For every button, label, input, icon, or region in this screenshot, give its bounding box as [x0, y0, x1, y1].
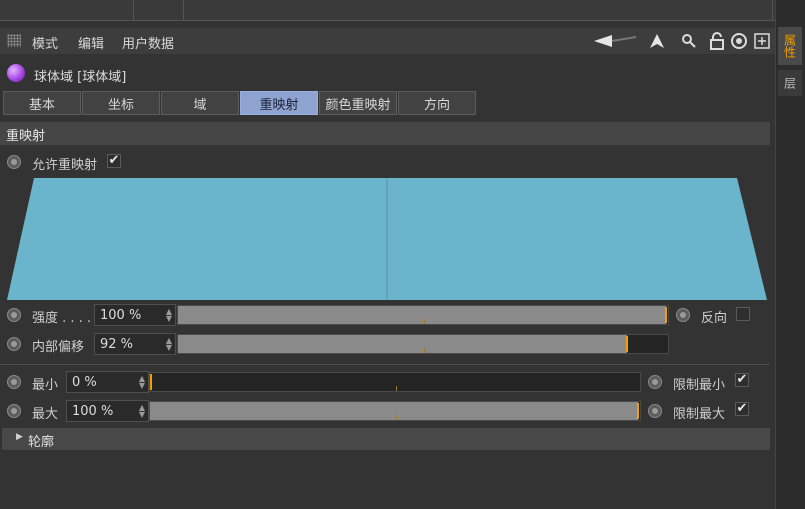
inner-offset-input[interactable]: 92 % ▲ ▼: [94, 333, 176, 355]
max-input[interactable]: 100 % ▲ ▼: [66, 400, 149, 422]
clamp-min-label: 限制最小: [673, 378, 726, 393]
strength-slider[interactable]: [177, 305, 669, 325]
enable-remap-anim-radio[interactable]: [7, 155, 21, 169]
inner-offset-slider-handle[interactable]: [626, 336, 628, 352]
max-anim-radio[interactable]: [7, 404, 21, 418]
max-slider-tick: [396, 415, 397, 420]
profile-label: 轮廓: [28, 435, 55, 450]
max-slider-fill: [150, 402, 638, 420]
sphere-field-icon: [7, 64, 25, 82]
clamp-min-checkbox[interactable]: ✔: [735, 373, 749, 387]
invert-label: 反向: [701, 311, 728, 326]
divider: [0, 364, 770, 365]
remap-curve-graph[interactable]: [0, 175, 775, 303]
inner-offset-slider-fill: [178, 335, 627, 353]
strength-slider-handle[interactable]: [665, 307, 667, 323]
inner-offset-anim-radio[interactable]: [7, 337, 21, 351]
section-title: 重映射: [6, 129, 46, 144]
inner-offset-value: 92 %: [100, 336, 134, 352]
tab-color-remap[interactable]: 颜色重映射: [319, 91, 397, 115]
inner-offset-label: 内部偏移: [32, 340, 85, 355]
clamp-max-checkbox[interactable]: ✔: [735, 402, 749, 416]
clamp-min-anim-radio[interactable]: [648, 375, 662, 389]
expand-triangle-icon[interactable]: ▶: [16, 432, 23, 442]
min-slider-handle[interactable]: [150, 374, 152, 390]
min-value: 0 %: [72, 374, 97, 390]
object-title: 球体域 [球体域]: [34, 70, 127, 85]
max-slider[interactable]: [149, 401, 641, 421]
back-arrow-icon[interactable]: [594, 31, 638, 51]
max-value: 100 %: [72, 403, 114, 419]
new-panel-icon[interactable]: [753, 31, 771, 51]
invert-anim-radio[interactable]: [676, 308, 690, 322]
spinner-icon[interactable]: ▲ ▼: [166, 337, 172, 352]
strength-input[interactable]: 100 % ▲ ▼: [94, 304, 176, 326]
menu-edit[interactable]: 编辑: [78, 33, 104, 52]
inner-offset-slider-tick: [424, 348, 425, 353]
tab-field[interactable]: 域: [161, 91, 239, 115]
tab-attributes-vertical[interactable]: 属性: [778, 27, 802, 65]
menu-mode[interactable]: 模式: [32, 33, 58, 52]
min-slider[interactable]: [149, 372, 641, 392]
tab-basic[interactable]: 基本: [3, 91, 81, 115]
search-icon[interactable]: [680, 31, 698, 51]
min-slider-tick: [396, 386, 397, 391]
max-label: 最大: [32, 407, 59, 422]
max-slider-handle[interactable]: [637, 403, 639, 419]
target-icon[interactable]: [730, 31, 748, 51]
lock-icon[interactable]: [708, 31, 726, 51]
tab-layers-vertical[interactable]: 层: [778, 70, 802, 96]
tab-coordinates[interactable]: 坐标: [82, 91, 160, 115]
strength-anim-radio[interactable]: [7, 308, 21, 322]
strength-slider-fill: [178, 306, 666, 324]
section-header: [0, 122, 770, 145]
enable-remap-label: 允许重映射: [32, 158, 98, 173]
up-arrow-icon[interactable]: [648, 31, 666, 51]
profile-group-header[interactable]: [2, 428, 770, 450]
inner-offset-slider[interactable]: [177, 334, 669, 354]
tab-remap[interactable]: 重映射: [240, 91, 318, 115]
min-input[interactable]: 0 % ▲ ▼: [66, 371, 149, 393]
spinner-icon[interactable]: ▲ ▼: [166, 308, 172, 323]
grip-icon[interactable]: [7, 34, 21, 47]
min-anim-radio[interactable]: [7, 375, 21, 389]
strength-slider-tick: [424, 319, 425, 324]
min-label: 最小: [32, 378, 59, 393]
clamp-max-label: 限制最大: [673, 407, 726, 422]
strength-label: 强度 . . . .: [32, 311, 92, 326]
top-toolbar: [0, 0, 775, 21]
invert-checkbox[interactable]: [736, 307, 750, 321]
clamp-max-anim-radio[interactable]: [648, 404, 662, 418]
strength-value: 100 %: [100, 307, 142, 323]
spinner-icon[interactable]: ▲ ▼: [139, 375, 145, 390]
menu-user-data[interactable]: 用户数据: [122, 33, 174, 52]
spinner-icon[interactable]: ▲ ▼: [139, 404, 145, 419]
enable-remap-checkbox[interactable]: ✔: [107, 154, 121, 168]
tab-direction[interactable]: 方向: [398, 91, 476, 115]
